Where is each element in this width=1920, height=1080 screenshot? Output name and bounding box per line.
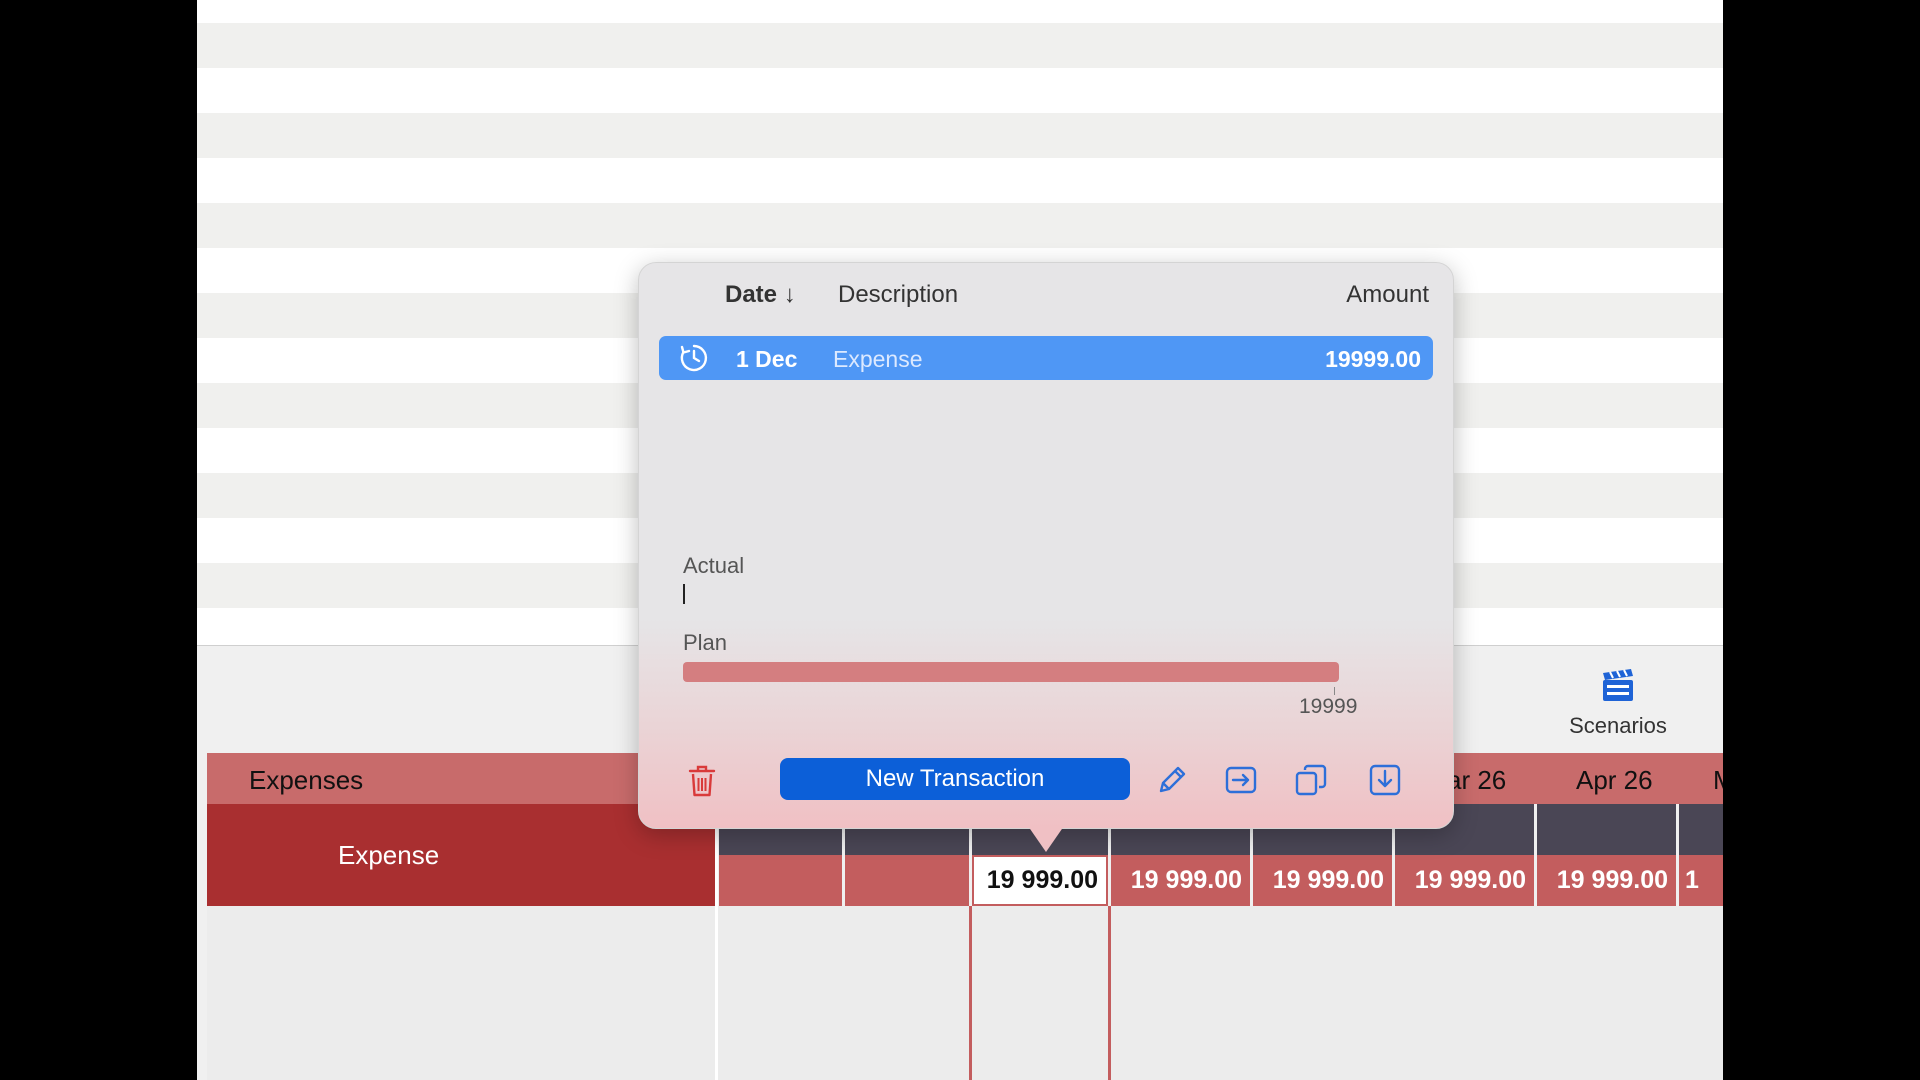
pencil-icon[interactable] xyxy=(1154,762,1190,798)
transaction-description: Expense xyxy=(833,346,923,372)
download-icon[interactable] xyxy=(1367,762,1403,798)
plan-bar-track xyxy=(683,662,1339,682)
duplicate-icon[interactable] xyxy=(1293,762,1329,798)
column-header-amount[interactable]: Amount xyxy=(1346,281,1429,309)
row-label-expense[interactable]: Expense xyxy=(207,804,715,906)
transaction-amount: 19999.00 xyxy=(1325,346,1421,372)
grid-cell[interactable] xyxy=(1679,804,1723,855)
value-cell[interactable]: 19 999.00 xyxy=(1537,855,1676,906)
value-cell[interactable]: 1 xyxy=(1679,855,1723,906)
column-header-description[interactable]: Description xyxy=(838,281,958,309)
trash-icon[interactable] xyxy=(687,764,717,798)
month-header[interactable]: Apr 26 xyxy=(1576,765,1653,796)
grid-column-divider xyxy=(969,906,972,1080)
value-cell[interactable]: 19 999.00 xyxy=(1253,855,1392,906)
grid-column-divider xyxy=(715,804,718,1080)
value-cell[interactable] xyxy=(719,855,842,906)
transaction-date: 1 Dec xyxy=(736,346,798,372)
scenarios-button[interactable]: Scenarios xyxy=(1558,668,1678,739)
recurring-clock-icon xyxy=(680,344,708,372)
month-header[interactable]: M xyxy=(1713,765,1723,796)
new-transaction-button[interactable]: New Transaction xyxy=(780,758,1130,800)
value-cell-selected[interactable]: 19 999.00 xyxy=(972,855,1108,906)
grid-column-divider xyxy=(1108,906,1111,1080)
row-label-text: Expense xyxy=(338,840,440,870)
grid-cell[interactable] xyxy=(1537,804,1676,855)
month-header[interactable]: ar 26 xyxy=(1447,765,1506,796)
plan-bar xyxy=(683,662,1339,682)
grid-empty-area xyxy=(207,906,1723,1080)
clapperboard-icon xyxy=(1603,669,1633,701)
popover-toolbar: New Transaction xyxy=(639,756,1453,806)
transaction-popover: Date ↓ Description Amount 1 Dec Expense … xyxy=(638,262,1454,829)
plan-label: Plan xyxy=(683,630,728,655)
move-icon[interactable] xyxy=(1223,762,1259,798)
actual-text-cursor[interactable] xyxy=(683,584,685,604)
value-cell[interactable] xyxy=(845,855,969,906)
transaction-row[interactable]: 1 Dec Expense 19999.00 xyxy=(659,336,1433,380)
plan-tick xyxy=(1334,687,1335,695)
value-cell[interactable]: 19 999.00 xyxy=(1111,855,1250,906)
plan-value: 19999 xyxy=(1299,695,1358,718)
column-header-date[interactable]: Date ↓ xyxy=(725,281,796,309)
actual-label: Actual xyxy=(683,553,745,578)
value-cell[interactable]: 19 999.00 xyxy=(1395,855,1534,906)
popover-arrow xyxy=(1028,826,1064,852)
section-label-expenses: Expenses xyxy=(249,765,364,795)
scenarios-label: Scenarios xyxy=(1569,713,1667,738)
sort-arrow-icon: ↓ xyxy=(783,281,796,308)
